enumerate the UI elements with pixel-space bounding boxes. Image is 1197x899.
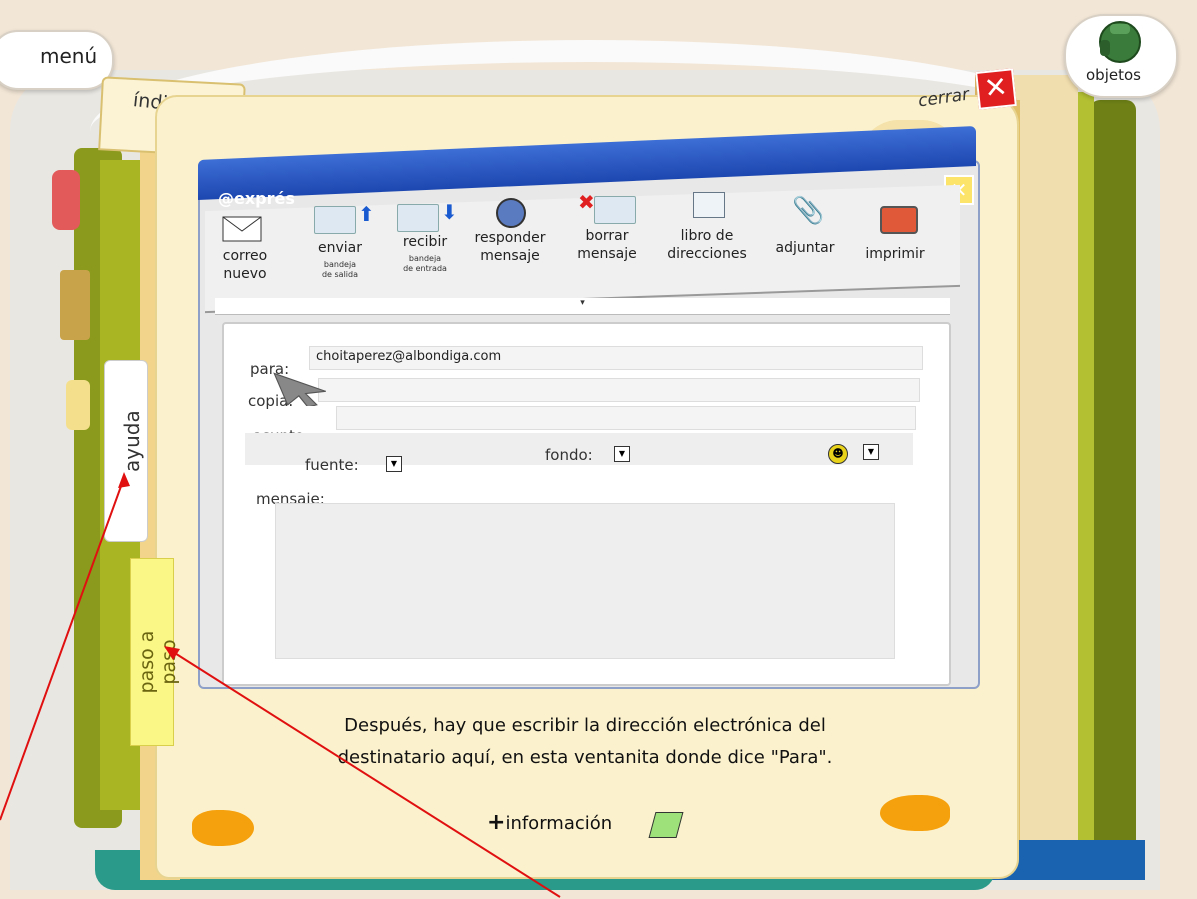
caption-line-1: Después, hay que escribir la dirección e… [344, 715, 826, 736]
nuevo-label[interactable]: nuevo [210, 266, 280, 282]
side-icon-2[interactable] [60, 270, 90, 340]
adjuntar-button[interactable]: 📎 adjuntar [764, 194, 846, 264]
adjuntar-label[interactable]: adjuntar [764, 240, 846, 256]
plus-icon: + [487, 810, 506, 835]
para-field[interactable]: choitaperez@albondiga.com [309, 346, 923, 370]
libro-label[interactable]: libro de [655, 228, 759, 244]
outbox-icon [314, 206, 356, 234]
close-icon[interactable]: ✕ [975, 68, 1017, 110]
imprimir-label[interactable]: imprimir [852, 246, 938, 262]
enviar-button[interactable]: ⬆ enviar bandeja de salida [300, 200, 380, 288]
smiley-icon[interactable]: ☻ [828, 444, 848, 464]
libro-direcciones-button[interactable]: libro de direcciones [655, 188, 759, 268]
side-icon-3[interactable] [66, 380, 90, 430]
up-arrow-icon: ⬆ [358, 202, 375, 226]
delete-x-icon: ✖ [578, 190, 595, 214]
enviar-sub-1: bandeja [323, 260, 357, 269]
mouse-pointer-icon [273, 372, 326, 406]
borrar-mensaje-button[interactable]: ✖ borrar mensaje [560, 190, 654, 270]
paso-a-paso-label[interactable]: paso a paso [136, 612, 180, 712]
instruction-caption: Después, hay que escribir la dirección e… [260, 710, 910, 774]
window-title: @exprés [218, 189, 295, 208]
delete-mail-icon [594, 196, 636, 224]
borrar-label[interactable]: borrar [560, 228, 654, 244]
next-arrow-icon[interactable] [880, 795, 950, 831]
backpack-icon [1099, 21, 1141, 63]
paperclip-icon: 📎 [792, 196, 825, 226]
recibir-sub-1: bandeja [408, 254, 442, 263]
enviar-label[interactable]: enviar [300, 240, 380, 256]
emoticon-dropdown[interactable]: ▼ [863, 444, 879, 460]
inbox-icon [397, 204, 439, 232]
side-icon-1[interactable] [52, 170, 80, 230]
reply-person-icon [496, 198, 526, 228]
imprimir-button[interactable]: imprimir [852, 200, 938, 270]
previous-arrow-icon[interactable] [192, 810, 254, 846]
down-arrow-icon: ⬇ [441, 200, 458, 224]
fondo-label: fondo: [545, 446, 593, 464]
responder-mensaje-button[interactable]: responder mensaje [462, 194, 558, 274]
para-value: choitaperez@albondiga.com [316, 349, 502, 364]
envelope-icon [222, 216, 262, 242]
responder-label[interactable]: responder [462, 230, 558, 246]
toolbar-collapse-toggle[interactable]: ▾ [215, 298, 950, 315]
fondo-dropdown[interactable]: ▼ [614, 446, 630, 462]
fuente-dropdown[interactable]: ▼ [386, 456, 402, 472]
ayuda-label[interactable]: ayuda [120, 410, 144, 472]
objetos-label[interactable]: objetos [1086, 66, 1141, 84]
informacion-label[interactable]: información [505, 813, 612, 834]
enviar-sub-2: de salida [321, 270, 359, 279]
recibir-label[interactable]: recibir [385, 234, 465, 250]
correo-label[interactable]: correo [210, 248, 280, 264]
book-right-cover [1090, 100, 1136, 860]
correo-nuevo-button[interactable]: correo nuevo [210, 212, 280, 292]
mensaje-textarea[interactable] [275, 503, 895, 659]
copia-field[interactable] [318, 378, 920, 402]
mensaje-label[interactable]: mensaje [462, 248, 558, 264]
asunto-field[interactable] [336, 406, 916, 430]
caption-line-2: destinatario aquí, en esta ventanita don… [337, 747, 833, 768]
menu-label[interactable]: menú [40, 44, 97, 68]
borrar-mensaje-label[interactable]: mensaje [560, 246, 654, 262]
direcciones-label[interactable]: direcciones [655, 246, 759, 262]
mas-informacion-link[interactable]: +información [487, 810, 612, 835]
address-book-icon [693, 192, 725, 218]
printer-icon [880, 206, 918, 234]
recibir-button[interactable]: ⬇ recibir bandeja de entrada [385, 198, 465, 284]
recibir-sub-2: de entrada [403, 264, 447, 273]
fuente-label: fuente: [305, 456, 359, 474]
